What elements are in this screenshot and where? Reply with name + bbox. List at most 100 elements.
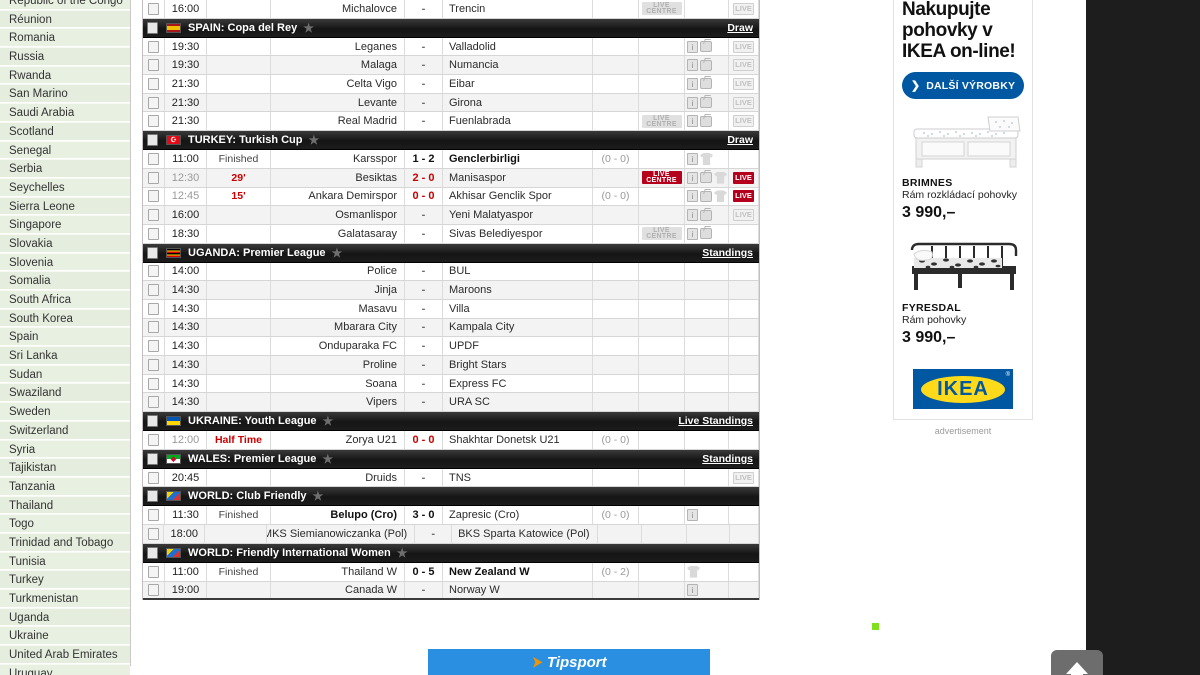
match-checkbox[interactable] <box>148 209 159 222</box>
country-item[interactable]: Réunion <box>0 9 130 29</box>
row-checkbox-cell[interactable] <box>143 337 165 355</box>
match-info-icon[interactable]: i <box>687 227 698 240</box>
match-row[interactable]: 18:00 MKS Siemianowiczanka (Pol) - BKS Spar… <box>143 525 759 544</box>
ad-cta-button[interactable]: ❯ DALŠÍ VÝROBKY <box>902 72 1024 99</box>
country-item[interactable]: Romania <box>0 28 130 48</box>
row-checkbox-cell[interactable] <box>143 262 165 281</box>
away-team[interactable]: Yeni Malatyaspor <box>443 206 593 224</box>
country-item[interactable]: Switzerland <box>0 420 130 440</box>
league-name[interactable]: UGANDA: Premier League <box>188 247 326 259</box>
league-checkbox[interactable] <box>147 415 158 428</box>
country-item[interactable]: Russia <box>0 47 130 66</box>
match-checkbox[interactable] <box>148 2 159 15</box>
match-row[interactable]: 11:00 Finished Thailand W0 - 5 New Zealand … <box>143 562 759 582</box>
country-item[interactable]: Singapore <box>0 215 130 234</box>
row-checkbox-cell[interactable] <box>143 318 165 337</box>
match-row[interactable]: 14:30 Mbarara City - Kampala City <box>143 318 759 338</box>
country-item[interactable]: Republic of the Congo <box>0 0 130 10</box>
country-item[interactable]: Slovakia <box>0 233 130 253</box>
home-team[interactable]: Galatasaray <box>271 224 405 243</box>
country-item[interactable]: South Korea <box>0 308 130 328</box>
match-row[interactable]: 16:00 Osmanlispor - Yeni Malatyaspor i LIVE <box>143 206 759 225</box>
row-checkbox-cell[interactable] <box>143 525 165 543</box>
league-header[interactable]: ☪ TURKEY: Turkish Cup ★ Draw <box>143 131 759 151</box>
match-row[interactable]: 16:00 Michalovce - Trencin LIVE CENTRE LIVE <box>143 0 759 19</box>
country-item[interactable]: Tanzania <box>0 476 130 496</box>
favourite-star-icon[interactable]: ★ <box>323 414 334 428</box>
tv-broadcast-icon[interactable] <box>700 59 712 71</box>
live-centre-badge[interactable]: LIVE CENTRE <box>641 171 682 185</box>
row-checkbox-cell[interactable] <box>143 187 165 206</box>
league-name[interactable]: WORLD: Club Friendly <box>188 490 307 502</box>
country-item[interactable]: Thailand <box>0 495 130 515</box>
row-checkbox-cell[interactable] <box>143 431 165 449</box>
match-row[interactable]: 11:00 Finished Karsspor 1 - 2 Genclerbirligi… <box>143 150 759 169</box>
league-checkbox[interactable] <box>147 452 158 465</box>
row-checkbox-cell[interactable] <box>143 168 165 187</box>
match-checkbox[interactable] <box>148 565 159 578</box>
home-team[interactable]: Belupo (Cro) <box>271 506 405 525</box>
country-item[interactable]: Tunisia <box>0 551 130 571</box>
away-team[interactable]: Norway W <box>443 581 593 599</box>
match-row[interactable]: 18:30 Galatasaray - Sivas Belediyespor LIVE C… <box>143 224 759 244</box>
country-item[interactable]: Seychelles <box>0 177 130 197</box>
match-checkbox[interactable] <box>148 284 159 297</box>
favourite-star-icon[interactable]: ★ <box>332 246 343 260</box>
away-team[interactable]: Eibar <box>443 75 593 93</box>
league-link[interactable]: Draw <box>727 134 753 146</box>
live-tag[interactable]: LIVE <box>733 2 754 15</box>
league-header[interactable]: UKRAINE: Youth League ★ Live Standings <box>143 412 759 432</box>
live-centre-badge[interactable]: LIVE CENTRE <box>641 227 682 241</box>
favourite-star-icon[interactable]: ★ <box>303 21 314 35</box>
match-row[interactable]: 19:00 Canada W - Norway W i <box>143 581 759 601</box>
country-item[interactable]: Senegal <box>0 140 130 160</box>
away-team[interactable]: Kampala City <box>443 318 593 337</box>
home-team[interactable]: Thailand W <box>271 562 405 581</box>
tv-broadcast-icon[interactable] <box>700 97 712 109</box>
league-link[interactable]: Draw <box>727 22 753 34</box>
match-info-icon[interactable]: i <box>687 209 698 222</box>
live-tag[interactable]: LIVE <box>733 40 754 53</box>
match-row[interactable]: 20:45 Druids - TNS LIVE <box>143 468 759 488</box>
country-item[interactable]: Sri Lanka <box>0 346 130 365</box>
league-header[interactable]: WORLD: Club Friendly ★ <box>143 487 759 507</box>
match-checkbox[interactable] <box>148 340 159 353</box>
league-name[interactable]: WALES: Premier League <box>188 453 316 465</box>
country-item[interactable]: Togo <box>0 514 130 533</box>
tv-broadcast-icon[interactable] <box>700 78 712 90</box>
match-checkbox[interactable] <box>148 265 159 278</box>
match-checkbox[interactable] <box>148 583 159 596</box>
home-team[interactable]: Police <box>271 262 405 281</box>
row-checkbox-cell[interactable] <box>143 468 165 487</box>
row-checkbox-cell[interactable] <box>143 356 165 374</box>
match-checkbox[interactable] <box>148 509 159 522</box>
country-item[interactable]: Saudi Arabia <box>0 103 130 122</box>
country-item[interactable]: Trinidad and Tobago <box>0 532 130 552</box>
match-row[interactable]: 19:30 Leganes - Valladolid i LIVE <box>143 37 759 57</box>
home-team[interactable]: Levante <box>271 93 405 112</box>
tv-broadcast-icon[interactable] <box>700 115 712 127</box>
league-header[interactable]: ◆ WALES: Premier League ★ Standings <box>143 449 759 469</box>
away-team[interactable]: Genclerbirligi <box>443 150 593 168</box>
live-centre-badge[interactable]: LIVE CENTRE <box>641 114 682 128</box>
home-team[interactable]: Michalovce <box>271 0 405 18</box>
league-name[interactable]: TURKEY: Turkish Cup <box>188 134 302 146</box>
league-name[interactable]: SPAIN: Copa del Rey <box>188 22 297 34</box>
row-checkbox-cell[interactable] <box>143 562 165 581</box>
match-info-icon[interactable]: i <box>687 583 698 596</box>
country-item[interactable]: Ukraine <box>0 626 130 646</box>
league-link[interactable]: Standings <box>702 453 753 465</box>
live-centre-badge[interactable]: LIVE CENTRE <box>641 2 682 16</box>
country-item[interactable]: Sierra Leone <box>0 196 130 216</box>
match-row[interactable]: 12:45 15' Ankara Demirspor 0 - 0 Akhisar Gen… <box>143 187 759 207</box>
match-info-icon[interactable]: i <box>687 115 698 128</box>
country-item[interactable]: Sudan <box>0 364 130 384</box>
home-team[interactable]: Malaga <box>271 56 405 75</box>
league-checkbox[interactable] <box>147 21 158 34</box>
favourite-star-icon[interactable]: ★ <box>308 133 319 147</box>
country-item[interactable]: Turkmenistan <box>0 589 130 608</box>
match-row[interactable]: 14:30 Jinja - Maroons <box>143 281 759 300</box>
lineups-shirt-icon[interactable] <box>714 171 727 184</box>
away-team[interactable]: New Zealand W <box>443 562 593 581</box>
match-row[interactable]: 14:00 Police - BUL <box>143 262 759 282</box>
